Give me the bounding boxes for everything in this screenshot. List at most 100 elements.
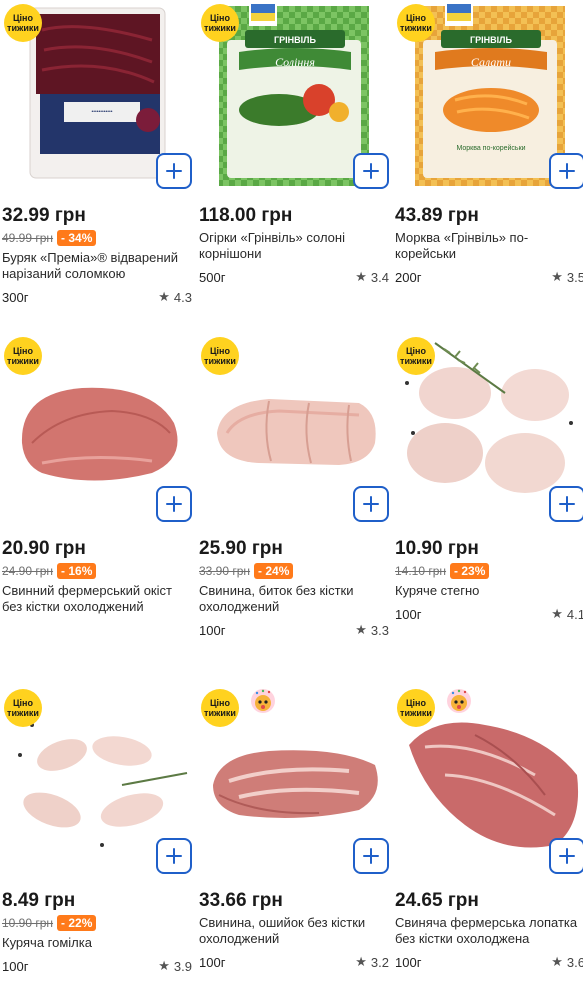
product-image-area[interactable]: Ціно тижики [199,333,389,528]
product-price: 32.99 грн [2,205,86,226]
badge-line2: тижики [400,708,432,718]
discount-badge: - 22% [57,915,97,931]
product-price: 20.90 грн [2,538,86,559]
plus-icon [559,848,575,864]
product-title[interactable]: Огірки «Грінвіль» солоні корнішони [199,230,389,262]
old-price: 49.99 грн [2,231,54,245]
rating-value: 3.6 [566,954,583,970]
product-image-area[interactable]: Ціно тижики [395,685,583,880]
product-image-area[interactable]: Ціно тижики [2,333,192,528]
product-title[interactable]: Свинина, биток без кістки охолоджений [199,583,389,615]
add-to-cart-button[interactable] [156,838,192,874]
add-to-cart-button[interactable] [156,486,192,522]
product-rating: ★ 4.1 [551,606,583,622]
product-price: 25.90 грн [199,538,283,559]
add-to-cart-button[interactable] [353,486,389,522]
product-image-area[interactable]: ГРІНВІЛЬ Соління Ціно тижики [199,0,389,195]
badge-line1: Ціно [12,698,33,708]
product-card[interactable]: Ціно тижики 20.90 грн 24.90 грн - 16% Св… [2,333,192,615]
product-weight: 500г [199,269,226,285]
rating-value: 4.3 [173,289,192,305]
discount-badge: - 34% [57,230,97,246]
product-card[interactable]: ГРІНВІЛЬ Соління Ціно тижики 118.00 грн … [199,0,389,285]
product-title[interactable]: Куряча гомілка [2,935,192,951]
product-weight: 100г [395,606,422,622]
discount-badge: - 23% [450,563,490,579]
product-title[interactable]: Буряк «Преміа»® відварений нарізаний сол… [2,250,192,282]
add-to-cart-button[interactable] [156,153,192,189]
badge-line2: тижики [204,23,236,33]
product-price: 43.89 грн [395,205,479,226]
price-badge: Ціно тижики [201,337,239,375]
product-card[interactable]: Ціно тижики 24.65 грн Свиняча фермерська… [395,685,583,970]
add-to-cart-button[interactable] [353,153,389,189]
add-to-cart-button[interactable] [549,486,583,522]
product-weight: 200г [395,269,422,285]
badge-line2: тижики [7,708,39,718]
price-badge: Ціно тижики [201,4,239,42]
star-icon: ★ [355,954,367,969]
celebration-face-icon [251,689,275,713]
old-price: 33.90 грн [199,564,251,578]
product-title[interactable]: Куряче стегно [395,583,583,599]
product-price: 118.00 грн [199,205,293,226]
product-card[interactable]: Ціно тижики 25.90 грн 33.90 грн - 24% Св… [199,333,389,638]
product-rating: ★ 3.6 [551,954,583,970]
badge-line2: тижики [7,23,39,33]
star-icon: ★ [355,269,367,284]
old-price: 14.10 грн [395,564,447,578]
price-badge: Ціно тижики [4,4,42,42]
product-title[interactable]: Свиняча фермерська лопатка без кістки ох… [395,915,583,947]
product-image-area[interactable]: Ціно тижики [395,333,583,528]
svg-text:ГРІНВІЛЬ: ГРІНВІЛЬ [274,35,316,45]
plus-icon [166,496,182,512]
product-title[interactable]: Свинний фермерський окіст без кістки охо… [2,583,192,615]
product-weight: 100г [199,622,226,638]
badge-line2: тижики [7,356,39,366]
product-price: 24.65 грн [395,890,479,911]
product-rating: ★ 4.3 [158,289,192,305]
add-to-cart-button[interactable] [353,838,389,874]
product-card[interactable]: Ціно тижики 33.66 грн Свинина, ошийок бе… [199,685,389,970]
product-image-area[interactable]: Ціно тижики [2,685,192,880]
star-icon: ★ [158,958,170,973]
price-badge: Ціно тижики [4,689,42,727]
product-image-area[interactable]: ГРІНВІЛЬ Салати Морква по-корейськи Ціно… [395,0,583,195]
price-badge: Ціно тижики [397,4,435,42]
rating-value: 4.1 [566,606,583,622]
product-grid: •••••••••••• Ціно тижики 32.99 грн 49.99… [0,0,583,1000]
product-image-area[interactable]: Ціно тижики [199,685,389,880]
product-image-area[interactable]: •••••••••••• Ціно тижики [2,0,192,195]
product-weight: 100г [395,954,422,970]
add-to-cart-button[interactable] [549,153,583,189]
product-card[interactable]: ГРІНВІЛЬ Салати Морква по-корейськи Ціно… [395,0,583,285]
star-icon: ★ [551,269,563,284]
product-title[interactable]: Свинина, ошийок без кістки охолоджений [199,915,389,947]
plus-icon [363,163,379,179]
rating-value: 3.9 [173,958,192,974]
product-rating: ★ 3.2 [355,954,389,970]
discount-badge: - 16% [57,563,97,579]
star-icon: ★ [551,606,563,621]
product-card[interactable]: •••••••••••• Ціно тижики 32.99 грн 49.99… [2,0,192,305]
plus-icon [166,163,182,179]
product-price: 33.66 грн [199,890,283,911]
svg-text:Соління: Соління [275,55,315,69]
rating-value: 3.3 [370,622,389,638]
star-icon: ★ [355,622,367,637]
price-badge: Ціно тижики [4,337,42,375]
product-title[interactable]: Морква «Грінвіль» по-корейськи [395,230,583,262]
product-weight: 100г [199,954,226,970]
plus-icon [166,848,182,864]
rating-value: 3.5 [566,269,583,285]
add-to-cart-button[interactable] [549,838,583,874]
badge-line1: Ціно [405,13,426,23]
badge-line2: тижики [400,356,432,366]
product-card[interactable]: Ціно тижики 10.90 грн 14.10 грн - 23% Ку… [395,333,583,622]
badge-line1: Ціно [12,13,33,23]
product-card[interactable]: Ціно тижики 8.49 грн 10.90 грн - 22% Кур… [2,685,192,974]
product-rating: ★ 3.4 [355,269,389,285]
badge-line1: Ціно [405,346,426,356]
product-price: 10.90 грн [395,538,479,559]
product-rating: ★ 3.3 [355,622,389,638]
